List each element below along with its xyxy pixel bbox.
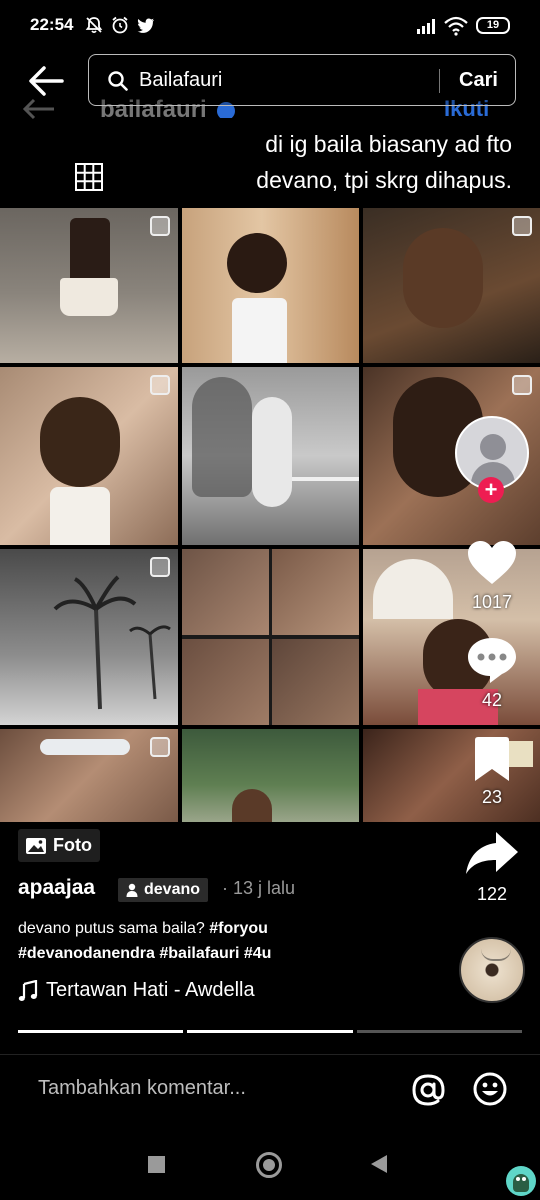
- carousel-icon: [512, 216, 532, 236]
- save-count: 23: [481, 787, 503, 807]
- post-overlay-caption: di ig baila biasany ad fto devano, tpi s…: [182, 126, 512, 198]
- description-text: devano putus sama baila?: [18, 920, 205, 937]
- carousel-icon: [512, 375, 532, 395]
- carousel-icon: [150, 375, 170, 395]
- music-info[interactable]: Tertawan Hati - Awdella: [18, 979, 255, 1002]
- comment-bubble-icon[interactable]: [466, 636, 518, 684]
- carousel-icon: [150, 557, 170, 577]
- grid-photo[interactable]: [0, 367, 178, 545]
- home-button[interactable]: [256, 1152, 282, 1178]
- alarm-icon: [112, 16, 128, 34]
- grid-photo[interactable]: [363, 208, 540, 363]
- twitter-icon: [137, 18, 154, 33]
- person-icon: [126, 883, 138, 897]
- comment-bar[interactable]: Tambahkan komentar...: [0, 1054, 540, 1124]
- post-author[interactable]: apaajaa: [18, 876, 95, 900]
- caption-line: devano, tpi skrg dihapus.: [256, 167, 512, 193]
- recent-apps-button[interactable]: [148, 1156, 165, 1173]
- photo-mode-badge: Foto: [18, 829, 100, 862]
- hashtag[interactable]: #foryou: [209, 920, 268, 937]
- slide-progress-segment: [18, 1030, 184, 1033]
- emoji-icon[interactable]: [472, 1071, 508, 1107]
- mention-at-icon[interactable]: [410, 1072, 446, 1108]
- image-icon: [26, 837, 46, 854]
- avatar-head: [480, 434, 506, 460]
- like-count: 1017: [471, 592, 513, 612]
- bookmark-icon[interactable]: [473, 736, 511, 782]
- carousel-icon: [150, 216, 170, 236]
- nav-back-icon[interactable]: [370, 1154, 388, 1174]
- creator-tag[interactable]: devano: [118, 878, 209, 902]
- post-time: · 13 j lalu: [222, 878, 296, 898]
- search-bar[interactable]: Bailafauri Cari: [88, 54, 516, 106]
- grid-photo[interactable]: [363, 729, 540, 822]
- share-count: 122: [476, 884, 508, 904]
- status-bar: 22:54 19: [0, 0, 540, 50]
- slide-progress-segment: [356, 1030, 522, 1033]
- notifications-off-icon: [85, 17, 103, 34]
- assistant-bubble[interactable]: [506, 1166, 536, 1196]
- photo-mode-label: Foto: [53, 835, 92, 855]
- search-icon: [108, 71, 128, 91]
- share-arrow-icon[interactable]: [464, 830, 520, 876]
- grid-photo[interactable]: [0, 208, 178, 363]
- search-input[interactable]: Bailafauri: [139, 69, 222, 92]
- grid-photo[interactable]: [182, 549, 359, 725]
- ghost-back-arrow-icon: [22, 98, 54, 120]
- creator-tag-label: devano: [144, 881, 201, 898]
- slide-progress-segment: [187, 1030, 353, 1033]
- like-heart-icon[interactable]: [466, 540, 518, 586]
- search-submit-button[interactable]: Cari: [459, 69, 498, 92]
- music-title: Tertawan Hati - Awdella: [46, 979, 255, 1001]
- music-disc[interactable]: [459, 937, 525, 1003]
- post-description: devano putus sama baila? #foryou #devano…: [18, 916, 438, 966]
- grid-photo[interactable]: [182, 367, 359, 545]
- cell-signal-icon: [417, 19, 435, 34]
- search-divider: [439, 69, 440, 93]
- grid-photo[interactable]: [0, 729, 178, 822]
- wifi-icon: [444, 16, 468, 36]
- system-nav-bar: [0, 1124, 540, 1200]
- battery-level: 19: [486, 19, 500, 31]
- grid-photo[interactable]: [0, 549, 178, 725]
- grid-tab-icon[interactable]: [74, 162, 104, 192]
- status-time: 22:54: [30, 15, 74, 34]
- back-arrow-icon[interactable]: [26, 64, 66, 98]
- photo-grid: [0, 208, 540, 822]
- caption-line: di ig baila biasany ad fto: [265, 131, 512, 157]
- comment-input[interactable]: Tambahkan komentar...: [38, 1077, 246, 1100]
- grid-photo[interactable]: [182, 208, 359, 363]
- battery-indicator: 19: [476, 17, 510, 34]
- grid-photo[interactable]: [182, 729, 359, 822]
- carousel-icon: [150, 737, 170, 757]
- follow-plus-button[interactable]: +: [478, 477, 504, 503]
- music-note-icon: [18, 979, 38, 1001]
- hashtag[interactable]: #devanodanendra #bailafauri #4u: [18, 945, 271, 962]
- comment-count: 42: [481, 690, 503, 710]
